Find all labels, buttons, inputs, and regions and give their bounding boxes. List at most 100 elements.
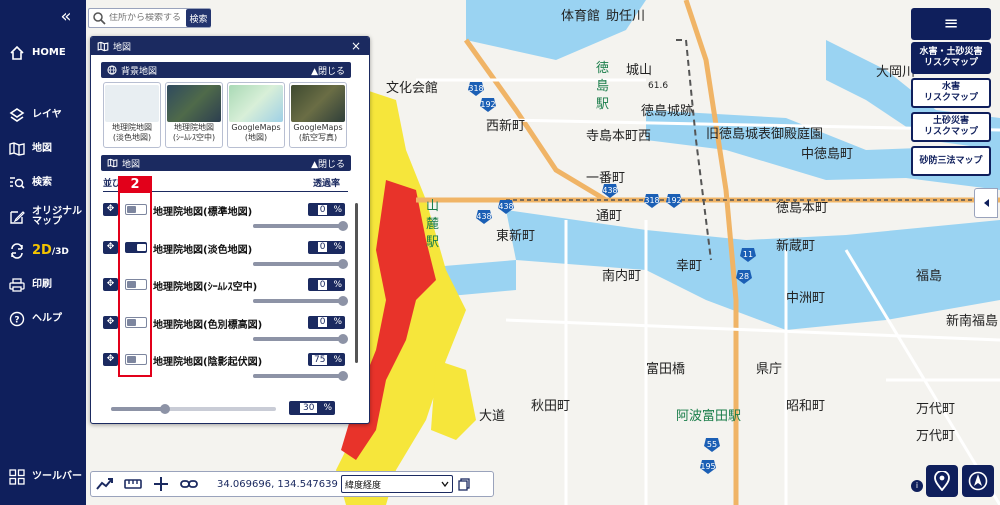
drag-handle-icon[interactable]: ✥	[103, 315, 118, 329]
background-map-section-header: 背景地図 ▲閉じる	[101, 62, 351, 78]
sidebar-item-layer[interactable]: レイヤ	[8, 102, 84, 128]
selected-format: 緯度経度	[345, 480, 382, 491]
sidebar-item-help[interactable]: ? ヘルプ	[8, 306, 84, 332]
map-label: 徳島城跡	[641, 103, 693, 119]
app-root: 徳 島 駅 阿波富田駅 山 麓 駅 城山 徳島城跡 文化会館 寺島本町西 旧徳島…	[0, 0, 1000, 505]
sidebar-item-home[interactable]: HOME	[8, 40, 84, 66]
slider-thumb[interactable]	[338, 296, 349, 306]
bg-caption: 地理院地図 (淡色地図)	[112, 123, 152, 142]
sidebar-item-search[interactable]: 検索	[8, 170, 84, 196]
elevation-profile-button[interactable]	[91, 472, 119, 496]
svg-text:28: 28	[739, 272, 749, 281]
map-label: 昭和町	[786, 399, 825, 414]
help-icon: ?	[8, 310, 26, 328]
layer-opacity-slider[interactable]	[253, 333, 349, 344]
sidebar-item-toolbar[interactable]: ツールバー	[8, 464, 84, 490]
layer-opacity-value[interactable]: 0%	[308, 278, 345, 291]
share-link-button[interactable]	[175, 472, 203, 496]
sidebar-item-original-map[interactable]: オリジナル マップ	[8, 204, 84, 230]
svg-text:192: 192	[480, 100, 495, 109]
drag-handle-icon[interactable]: ✥	[103, 203, 118, 216]
menu-button[interactable]: ≡	[911, 8, 991, 40]
chevron-down-icon	[441, 481, 449, 487]
sabo-three-laws-map-button[interactable]: 砂防三法マップ	[911, 146, 991, 176]
location-pin-icon	[934, 471, 950, 491]
address-search-input[interactable]	[109, 13, 191, 23]
master-opacity-slider[interactable]	[111, 404, 276, 414]
north-up-button[interactable]	[962, 465, 994, 497]
panel-scrollbar[interactable]	[355, 203, 358, 363]
map-label: 阿波富田駅	[676, 408, 741, 424]
button-label: 水害 リスクマップ	[923, 82, 978, 103]
bg-card-gsi-pale[interactable]: 地理院地図 (淡色地図)	[103, 82, 161, 148]
layer-opacity-slider[interactable]	[253, 371, 349, 381]
slider-thumb[interactable]	[338, 221, 349, 231]
layer-opacity-value[interactable]: 75%	[308, 353, 345, 366]
map-label: 島	[596, 79, 609, 94]
flood-risk-map-button[interactable]: 水害 リスクマップ	[911, 78, 991, 108]
svg-text:318: 318	[468, 84, 483, 93]
bg-card-google-map[interactable]: GoogleMaps (地図)	[227, 82, 285, 148]
map-label: 麓	[426, 217, 439, 232]
copy-button[interactable]	[453, 472, 475, 496]
search-button[interactable]: 検索	[186, 9, 211, 27]
drag-handle-icon[interactable]: ✥	[103, 353, 118, 366]
measure-button[interactable]	[119, 472, 147, 496]
opacity-number: 0	[317, 279, 328, 290]
coordinate-format-select[interactable]: 緯度経度	[341, 475, 453, 493]
map-label: 通町	[596, 209, 622, 224]
slider-fill	[253, 299, 344, 303]
collapse-sidebar-button[interactable]: «	[55, 8, 77, 26]
bg-thumb	[105, 85, 159, 122]
layer-opacity-value[interactable]: 0%	[308, 315, 345, 329]
bg-card-google-satellite[interactable]: GoogleMaps (航空写真)	[289, 82, 347, 148]
map-label: 万代町	[916, 429, 955, 444]
svg-text:?: ?	[14, 316, 19, 326]
sidebar: « HOME レイヤ 地図 検索 オリジナル マップ 2D/3D 印刷 ? ヘル…	[0, 0, 86, 505]
bg-thumb	[167, 85, 221, 122]
expand-legend-tab[interactable]	[974, 188, 998, 218]
sidebar-item-label: 検索	[32, 177, 52, 188]
map-label: 大道	[479, 409, 505, 424]
slider-thumb[interactable]	[338, 371, 349, 381]
hamburger-icon: ≡	[943, 13, 959, 34]
layer-opacity-slider[interactable]	[253, 296, 349, 306]
drag-handle-icon[interactable]: ✥	[103, 240, 118, 254]
map-label: 福島	[916, 269, 942, 284]
svg-text:195: 195	[700, 462, 715, 471]
current-location-button[interactable]	[926, 465, 958, 497]
slider-fill	[253, 374, 344, 378]
slider-thumb[interactable]	[338, 333, 349, 344]
map-label: 体育館	[561, 8, 600, 24]
collapse-background-section[interactable]: ▲閉じる	[311, 64, 345, 77]
layer-opacity-slider[interactable]	[253, 258, 349, 269]
svg-text:55: 55	[707, 440, 717, 449]
master-opacity-value[interactable]: 30 %	[289, 401, 335, 415]
sidebar-item-print[interactable]: 印刷	[8, 272, 84, 298]
bg-thumb	[291, 85, 345, 122]
sidebar-item-2d-3d[interactable]: 2D/3D	[8, 238, 84, 264]
spot-height: 61.6	[648, 81, 668, 91]
sidebar-item-map[interactable]: 地図	[8, 136, 84, 162]
layer-opacity-value[interactable]: 0%	[308, 203, 345, 216]
svg-text:318: 318	[644, 196, 659, 205]
slider-thumb[interactable]	[160, 404, 171, 414]
bg-card-gsi-seamless-photo[interactable]: 地理院地図 (ｼｰﾑﾚｽ空中)	[165, 82, 223, 148]
drag-handle-icon[interactable]: ✥	[103, 278, 118, 291]
flood-landslide-risk-map-button[interactable]: 水害・土砂災害 リスクマップ	[911, 42, 991, 74]
layer-opacity-value[interactable]: 0%	[308, 240, 345, 254]
info-icon[interactable]: i	[911, 480, 923, 492]
landslide-risk-map-button[interactable]: 土砂災害 リスクマップ	[911, 112, 991, 142]
map-icon	[97, 41, 109, 51]
opacity-column-label: 透過率	[312, 179, 340, 189]
annotation-number: 2	[118, 176, 152, 193]
sidebar-item-label: 2D/3D	[32, 244, 69, 257]
bg-caption: GoogleMaps (地図)	[231, 123, 281, 142]
map-label: 文化会館	[386, 81, 438, 96]
map-label: 中洲町	[786, 291, 825, 306]
layer-opacity-slider[interactable]	[253, 221, 349, 231]
close-icon[interactable]: ×	[349, 39, 363, 53]
collapse-map-section[interactable]: ▲閉じる	[311, 157, 345, 170]
slider-thumb[interactable]	[338, 258, 349, 269]
crosshair-button[interactable]	[147, 472, 175, 496]
